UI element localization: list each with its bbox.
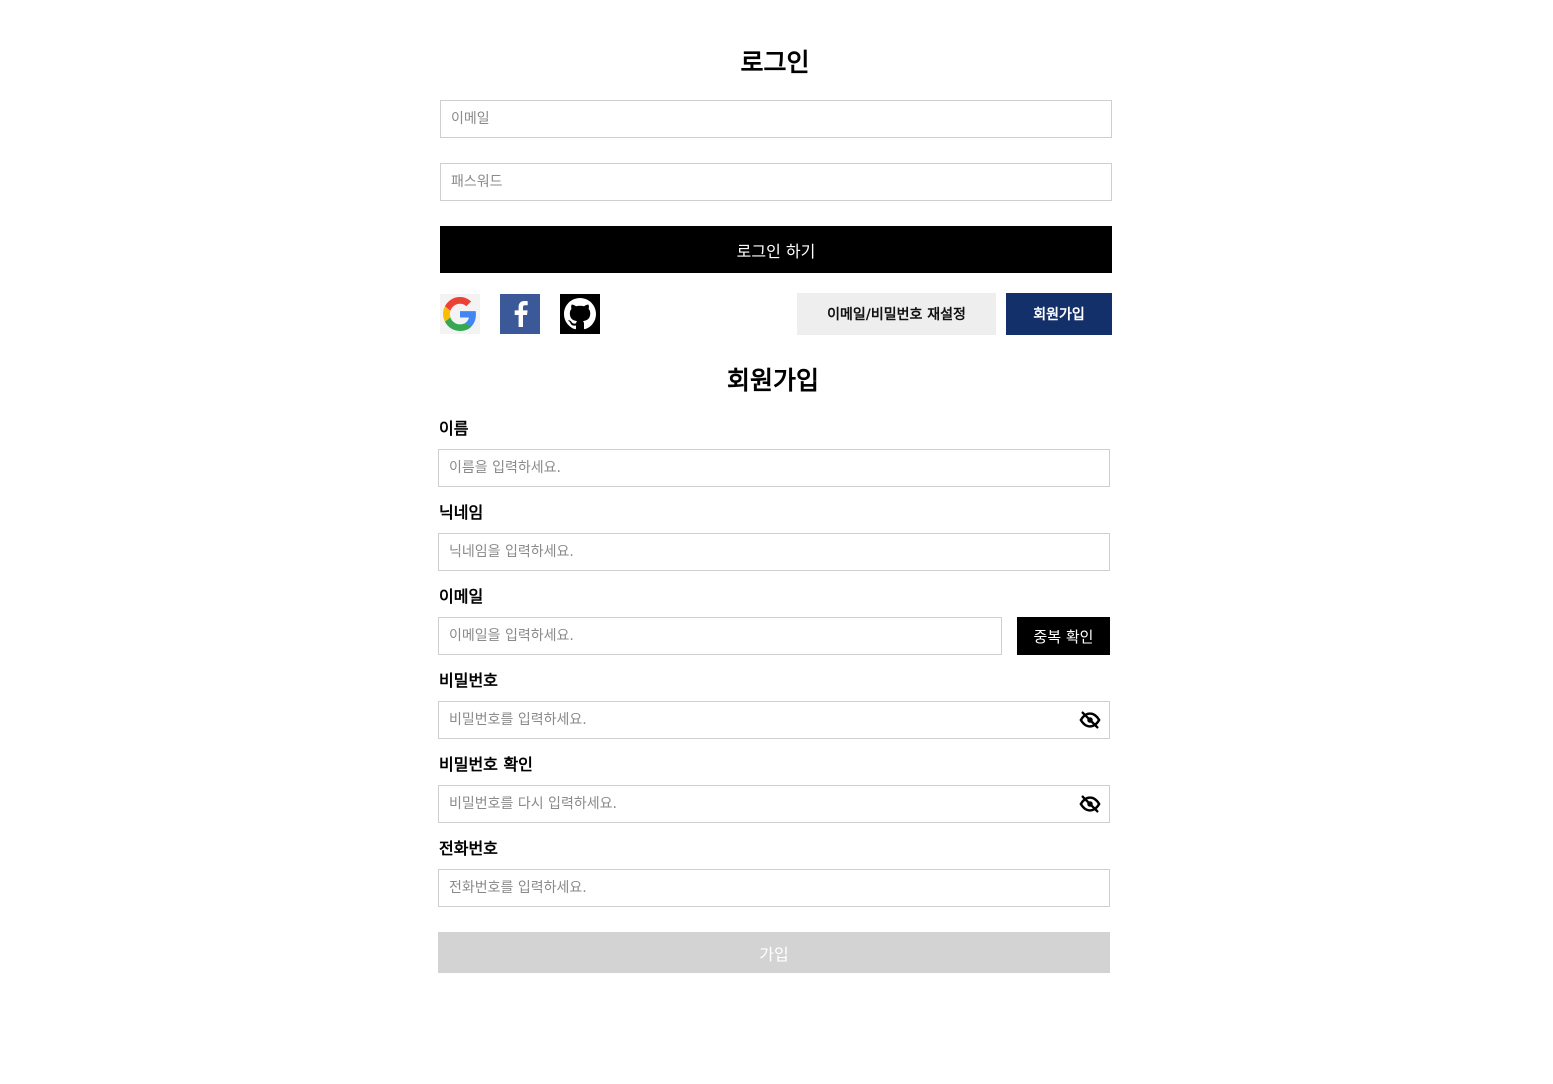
- login-password-input[interactable]: [440, 163, 1112, 201]
- name-label: 이름: [439, 419, 469, 438]
- github-login-button[interactable]: [560, 294, 600, 334]
- nickname-label: 닉네임: [439, 503, 484, 522]
- password-confirm-label: 비밀번호 확인: [439, 755, 533, 774]
- reset-credentials-button[interactable]: 이메일/비밀번호 재설정: [797, 293, 996, 335]
- phone-input[interactable]: [438, 869, 1110, 907]
- login-email-input[interactable]: [440, 100, 1112, 138]
- email-label: 이메일: [439, 587, 484, 606]
- facebook-icon: [514, 301, 528, 327]
- name-input[interactable]: [438, 449, 1110, 487]
- nickname-input[interactable]: [438, 533, 1110, 571]
- signup-email-input[interactable]: [438, 617, 1002, 655]
- facebook-login-button[interactable]: [500, 294, 540, 334]
- login-title: 로그인: [740, 48, 810, 77]
- github-icon: [564, 298, 596, 330]
- signup-title: 회원가입: [726, 366, 819, 395]
- toggle-password-confirm-visibility[interactable]: [1078, 792, 1102, 816]
- signup-nav-button[interactable]: 회원가입: [1006, 293, 1112, 335]
- google-icon: [443, 297, 476, 331]
- password-label: 비밀번호: [439, 671, 498, 690]
- signup-password-input[interactable]: [438, 701, 1110, 739]
- signup-password-confirm-input[interactable]: [438, 785, 1110, 823]
- eye-off-icon: [1079, 711, 1101, 729]
- signup-submit-button[interactable]: 가입: [438, 932, 1110, 973]
- duplicate-check-button[interactable]: 중복 확인: [1017, 617, 1110, 655]
- phone-label: 전화번호: [439, 839, 498, 858]
- google-login-button[interactable]: [440, 294, 480, 334]
- login-button[interactable]: 로그인 하기: [440, 226, 1112, 273]
- toggle-password-visibility[interactable]: [1078, 708, 1102, 732]
- eye-off-icon: [1079, 795, 1101, 813]
